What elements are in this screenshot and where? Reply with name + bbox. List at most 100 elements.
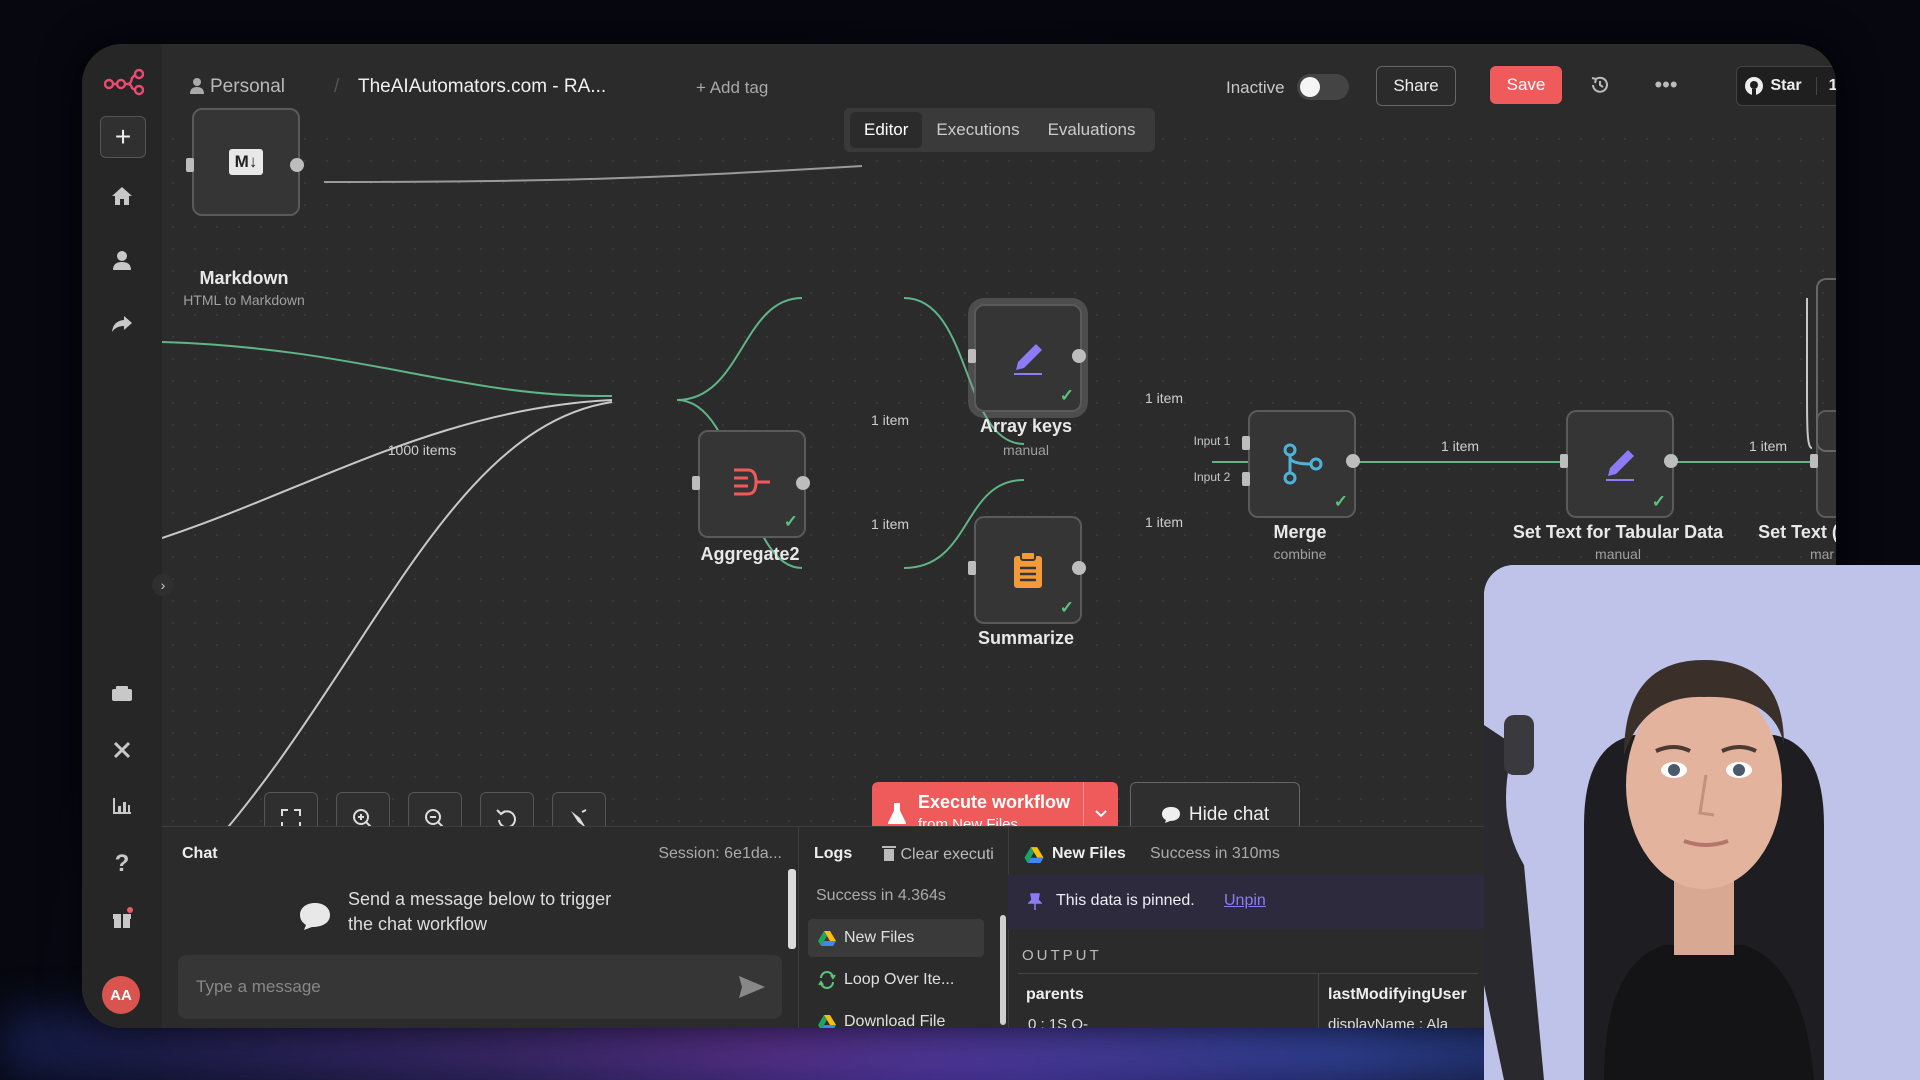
merge-icon <box>1283 443 1323 485</box>
node-merge[interactable]: ✓ <box>1248 410 1356 518</box>
n8n-logo-icon[interactable] <box>104 66 144 96</box>
set-text-2-input-handle[interactable] <box>1810 454 1818 468</box>
person-icon <box>190 78 204 94</box>
send-icon[interactable] <box>738 975 766 999</box>
summarize-input-handle[interactable] <box>968 561 976 575</box>
log-item-label: Loop Over Ite... <box>844 971 955 988</box>
share-button[interactable]: Share <box>1376 66 1456 106</box>
chat-input-box[interactable]: Type a message <box>178 955 782 1019</box>
tab-editor[interactable]: Editor <box>850 112 923 148</box>
chat-empty-message: Send a message below to trigger the chat… <box>348 887 611 937</box>
chat-scrollbar[interactable] <box>788 869 796 949</box>
markdown-input-handle[interactable] <box>186 158 194 172</box>
project-breadcrumb[interactable]: Personal <box>190 76 285 98</box>
log-item-label: Download File <box>844 1013 946 1028</box>
log-item-new-files[interactable]: New Files <box>808 919 984 957</box>
merge-output-handle[interactable] <box>1346 454 1360 468</box>
merge-input1-label: Input 1 <box>1193 434 1231 448</box>
gift-icon[interactable] <box>100 898 144 938</box>
insights-icon[interactable] <box>100 786 144 826</box>
share-arrow-icon[interactable] <box>100 304 144 344</box>
node-summarize[interactable]: ✓ <box>974 516 1082 624</box>
active-toggle[interactable] <box>1297 74 1349 100</box>
google-drive-icon <box>818 1015 836 1028</box>
sidebar-expand-chevron-icon[interactable]: › <box>152 574 174 596</box>
user-icon[interactable] <box>100 240 144 280</box>
edge-label-set-set2: 1 item <box>1748 438 1788 454</box>
github-star-button[interactable]: Star 113,896 <box>1736 66 1836 106</box>
log-item-label: New Files <box>844 929 915 946</box>
unpin-link[interactable]: Unpin <box>1224 892 1266 910</box>
aggregate-input-handle[interactable] <box>692 476 700 490</box>
chat-title: Chat <box>182 845 218 862</box>
chat-empty-line2: the chat workflow <box>348 914 488 934</box>
node-set-text-tabular-title: Set Text for Tabular Data <box>1512 522 1724 542</box>
chat-bubble-icon <box>300 903 330 930</box>
pinned-text: This data is pinned. <box>1056 892 1195 909</box>
edge-label-agg-array: 1 item <box>870 412 910 428</box>
merge-input1-handle[interactable] <box>1242 436 1250 450</box>
merge-input2-handle[interactable] <box>1242 472 1250 486</box>
chat-input-placeholder: Type a message <box>196 977 321 996</box>
google-drive-icon <box>818 931 836 946</box>
set-text-input-handle[interactable] <box>1560 454 1568 468</box>
array-keys-output-handle[interactable] <box>1072 349 1086 363</box>
google-drive-icon <box>1024 847 1044 863</box>
clear-executions-label: Clear executi <box>900 846 994 863</box>
active-status-label: Inactive <box>1226 78 1285 97</box>
node-set-text-tabular[interactable]: ✓ <box>1566 410 1674 518</box>
history-icon[interactable] <box>1582 66 1618 104</box>
summarize-output-handle[interactable] <box>1072 561 1086 575</box>
output-cell: displayName : Ala <box>1328 1016 1449 1028</box>
node-markdown-title: Markdown <box>199 268 289 288</box>
clear-executions-button[interactable]: Clear executi <box>882 845 994 864</box>
breadcrumb-separator: / <box>334 76 340 97</box>
markdown-output-handle[interactable] <box>290 158 304 172</box>
pin-icon <box>1028 893 1042 910</box>
save-button[interactable]: Save <box>1490 66 1562 104</box>
aggregate-output-handle[interactable] <box>796 476 810 490</box>
log-item-loop-over[interactable]: Loop Over Ite... <box>808 961 984 999</box>
pencil-icon <box>1606 450 1634 481</box>
help-icon[interactable]: ? <box>100 844 144 884</box>
node-aggregate2[interactable]: ✓ <box>698 430 806 538</box>
templates-icon[interactable] <box>100 674 144 714</box>
variables-icon[interactable] <box>100 730 144 770</box>
chat-empty-line1: Send a message below to trigger <box>348 889 612 909</box>
output-col-parents: parents <box>1026 986 1084 1003</box>
logs-panel: Logs Clear executi Success in 4.364s New… <box>798 827 1009 1028</box>
flask-icon <box>888 803 906 824</box>
toggle-knob <box>1300 77 1320 97</box>
chat-bubble-icon <box>1161 807 1180 823</box>
view-tabs: Editor Executions Evaluations <box>844 108 1156 152</box>
tab-evaluations[interactable]: Evaluations <box>1034 112 1150 148</box>
node-array-keys-title: Array keys <box>979 416 1073 436</box>
node-markdown[interactable]: M↓ <box>192 108 300 216</box>
user-avatar[interactable]: AA <box>102 976 140 1014</box>
home-icon[interactable] <box>100 176 144 216</box>
success-check-icon: ✓ <box>1059 386 1074 405</box>
tab-executions[interactable]: Executions <box>922 112 1033 148</box>
presenter-video-image <box>1484 565 1920 1080</box>
output-table: parents lastModifyingUser 0 : 1S Q- disp… <box>1018 973 1478 1028</box>
star-label: Star <box>1770 77 1802 94</box>
workflow-name[interactable]: TheAIAutomators.com - RA... <box>358 76 606 98</box>
array-keys-input-handle[interactable] <box>968 349 976 363</box>
logs-scrollbar[interactable] <box>1000 915 1006 1025</box>
add-tag-button[interactable]: + Add tag <box>696 78 768 98</box>
left-sidebar: + ? AA <box>82 44 163 1028</box>
trash-icon <box>882 846 896 861</box>
pencil-icon <box>1014 344 1042 375</box>
edge-markdown-out <box>323 165 863 183</box>
node-array-keys[interactable]: ✓ <box>974 304 1082 412</box>
more-options-icon[interactable]: ••• <box>1646 66 1686 104</box>
edge-curve-2 <box>191 401 613 869</box>
add-button[interactable]: + <box>100 116 146 158</box>
log-item-download-file[interactable]: Download File <box>808 1003 984 1028</box>
star-count: 113,896 <box>1815 77 1836 95</box>
execute-label: Execute workflow <box>918 792 1071 812</box>
success-check-icon: ✓ <box>1651 492 1666 511</box>
node-array-keys-subtitle: manual <box>1003 442 1049 458</box>
set-text-output-handle[interactable] <box>1664 454 1678 468</box>
output-label: OUTPUT <box>1022 947 1102 964</box>
